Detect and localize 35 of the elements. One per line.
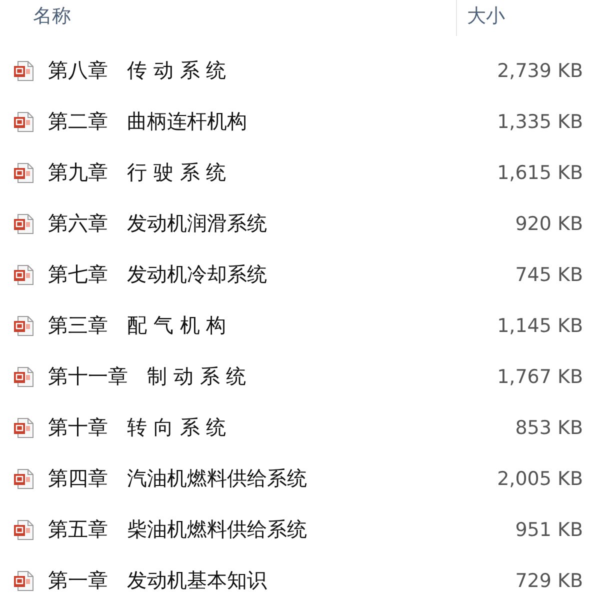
presentation-file-icon — [13, 162, 35, 184]
presentation-file-icon — [13, 264, 35, 286]
file-size: 1,335 KB — [497, 110, 583, 132]
file-name[interactable]: 第四章 汽油机燃料供给系统 — [48, 465, 498, 492]
column-header[interactable]: 名称 — [33, 3, 456, 29]
column-header[interactable]: 大小 — [467, 3, 505, 29]
file-name[interactable]: 第七章 发动机冷却系统 — [48, 261, 516, 288]
presentation-file-icon — [13, 518, 35, 540]
file-size: 853 KB — [515, 416, 583, 438]
presentation-file-icon — [13, 468, 35, 490]
presentation-file-icon — [13, 314, 35, 336]
file-size: 1,615 KB — [497, 162, 583, 184]
presentation-file-icon — [13, 416, 35, 438]
file-name[interactable]: 第九章 行 驶 系 统 — [48, 159, 498, 186]
file-size: 2,005 KB — [497, 468, 583, 490]
file-size: 951 KB — [515, 518, 583, 540]
file-name[interactable]: 第八章 传 动 系 统 — [48, 57, 498, 84]
file-name[interactable]: 第五章 柴油机燃料供给系统 — [48, 516, 516, 543]
file-name[interactable]: 第十一章 制 动 系 统 — [48, 363, 498, 390]
file-size: 729 KB — [515, 570, 583, 592]
file-size: 2,739 KB — [497, 60, 583, 82]
presentation-file-icon — [13, 60, 35, 82]
presentation-file-icon — [13, 110, 35, 132]
file-size: 745 KB — [515, 264, 583, 286]
file-size: 1,145 KB — [497, 314, 583, 336]
presentation-file-icon — [13, 366, 35, 388]
file-size: 920 KB — [515, 212, 583, 234]
presentation-file-icon — [13, 570, 35, 592]
presentation-file-icon — [13, 212, 35, 234]
file-name[interactable]: 第六章 发动机润滑系统 — [48, 210, 516, 237]
file-name[interactable]: 第一章 发动机基本知识 — [48, 567, 516, 594]
file-name[interactable]: 第十章 转 向 系 统 — [48, 414, 516, 441]
file-name[interactable]: 第三章 配 气 机 构 — [48, 312, 498, 339]
file-size: 1,767 KB — [497, 366, 583, 388]
file-name[interactable]: 第二章 曲柄连杆机构 — [48, 108, 498, 135]
